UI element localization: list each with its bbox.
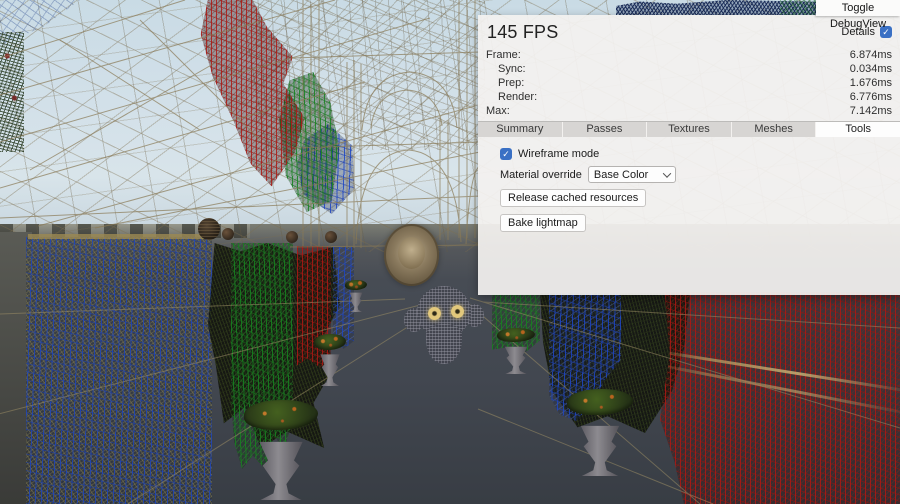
monkey-head-mesh: [404, 286, 484, 364]
toggle-debugview-button[interactable]: Toggle DebugView: [816, 0, 900, 16]
flower-pot: [318, 340, 342, 386]
lion-head-ornament: [384, 224, 439, 286]
bake-lightmap-button[interactable]: Bake lightmap: [500, 214, 586, 232]
tab-meshes[interactable]: Meshes: [732, 122, 817, 137]
fps-counter: 145 FPS: [487, 22, 558, 43]
monkey-eye: [428, 307, 441, 320]
stat-value: 0.034ms: [850, 62, 892, 76]
app-root: Toggle DebugView 145 FPS Details Frame: …: [0, 0, 900, 504]
material-override-value: Base Color: [594, 169, 648, 181]
pot-urn: [502, 343, 530, 374]
flower-pot: [348, 284, 364, 312]
panel-tab-bar: Summary Passes Textures Meshes Tools: [478, 121, 900, 137]
stat-row-sync: Sync: 0.034ms: [478, 62, 900, 76]
wireframe-mode-label: Wireframe mode: [518, 148, 599, 160]
flower-pot: [576, 400, 624, 476]
tab-passes[interactable]: Passes: [563, 122, 648, 137]
flower-pot: [502, 334, 530, 374]
curtain-blue-wall-left: [26, 237, 212, 504]
pot-urn: [318, 350, 342, 386]
wireframe-patch-topright: [780, 0, 818, 15]
tab-summary[interactable]: Summary: [478, 122, 563, 137]
chevron-down-icon: [663, 169, 671, 177]
wireframe-sphere: [198, 218, 220, 240]
pot-urn: [348, 290, 364, 312]
wireframe-mode-checkbox[interactable]: [500, 148, 512, 160]
stat-row-render: Render: 6.776ms: [478, 90, 900, 104]
pot-urn: [254, 434, 308, 500]
curtain-rod-finial: [222, 228, 234, 240]
tree-left-edge: [0, 32, 24, 152]
curtain-rod-finial: [325, 231, 337, 243]
stat-label: Render:: [486, 90, 537, 104]
material-override-label: Material override: [500, 169, 582, 181]
curtain-rod-finial: [286, 231, 298, 243]
debug-panel: 145 FPS Details Frame: 6.874ms Sync: 0.0…: [478, 15, 900, 295]
monkey-snout: [426, 324, 462, 364]
curtain-red-right: [660, 292, 900, 504]
stat-value: 7.142ms: [850, 104, 892, 118]
stat-row-max: Max: 7.142ms: [478, 104, 900, 118]
stat-label: Frame:: [486, 48, 521, 62]
pot-foliage: [314, 334, 347, 350]
stat-label: Sync:: [486, 62, 526, 76]
lion-face: [398, 237, 425, 269]
stat-row-prep: Prep: 1.676ms: [478, 76, 900, 90]
stat-label: Prep:: [486, 76, 524, 90]
stat-value: 6.874ms: [850, 48, 892, 62]
monkey-eye: [451, 305, 464, 318]
pot-foliage: [244, 400, 317, 430]
flower-pot: [254, 412, 308, 500]
tab-textures[interactable]: Textures: [647, 122, 732, 137]
pot-foliage: [497, 328, 535, 342]
pot-foliage: [345, 280, 367, 290]
release-cached-resources-button[interactable]: Release cached resources: [500, 189, 646, 207]
pot-foliage: [567, 389, 632, 415]
material-override-dropdown[interactable]: Base Color: [588, 166, 676, 183]
tools-tab-content: Wireframe mode Material override Base Co…: [478, 137, 900, 232]
tab-tools[interactable]: Tools: [816, 122, 900, 137]
pot-urn: [576, 419, 624, 476]
stat-value: 6.776ms: [850, 90, 892, 104]
stat-label: Max:: [486, 104, 510, 118]
stat-value: 1.676ms: [850, 76, 892, 90]
curtain-gold-trim: [28, 234, 212, 239]
stat-row-frame: Frame: 6.874ms: [478, 48, 900, 62]
frame-stats: Frame: 6.874ms Sync: 0.034ms Prep: 1.676…: [478, 48, 900, 118]
